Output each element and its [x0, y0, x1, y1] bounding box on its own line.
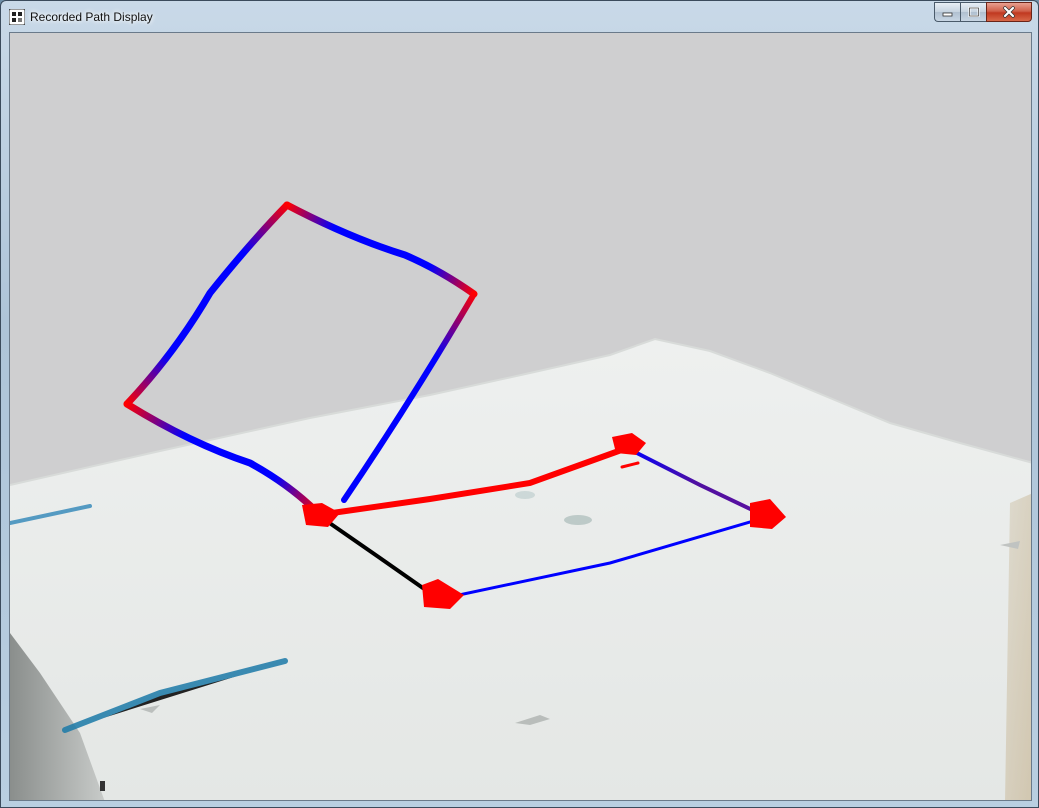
- viewport-3d[interactable]: [9, 32, 1032, 801]
- title-bar[interactable]: Recorded Path Display: [1, 1, 1038, 31]
- minimize-icon: [942, 12, 952, 17]
- app-icon[interactable]: [9, 9, 25, 25]
- scene-render[interactable]: [10, 33, 1032, 801]
- minimize-button[interactable]: [934, 2, 960, 22]
- caption-buttons: [934, 2, 1032, 22]
- maximize-icon: [968, 7, 979, 17]
- maximize-button[interactable]: [960, 2, 986, 22]
- application-window: Recorded Path Display: [0, 0, 1039, 808]
- close-icon: [1003, 6, 1015, 18]
- close-button[interactable]: [986, 2, 1032, 22]
- window-title: Recorded Path Display: [30, 10, 153, 24]
